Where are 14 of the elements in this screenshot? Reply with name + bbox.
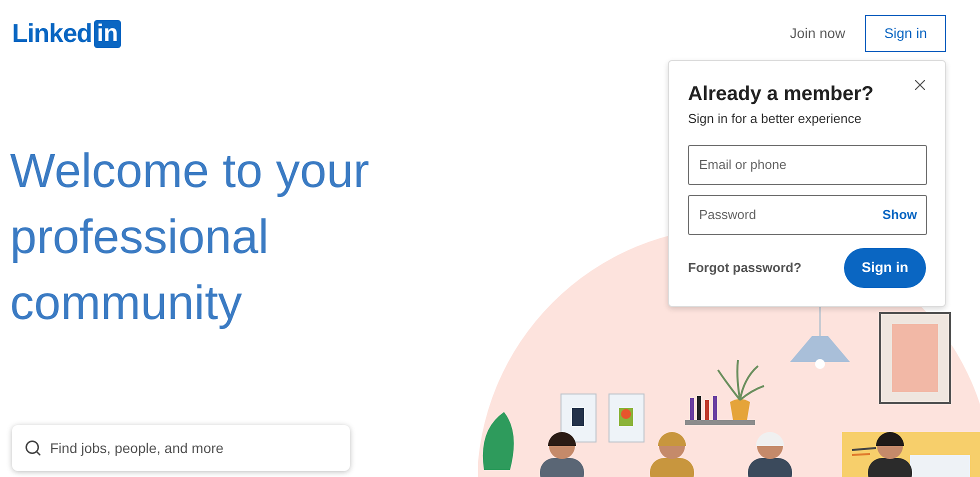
- logo[interactable]: Linked in: [12, 14, 122, 53]
- popup-title: Already a member?: [688, 82, 874, 107]
- search-icon: [24, 439, 42, 457]
- sign-in-button[interactable]: Sign in: [865, 15, 946, 52]
- email-field[interactable]: Email or phone: [688, 144, 927, 184]
- password-input[interactable]: Password: [699, 204, 882, 224]
- hero-heading: Welcome to your professional community: [10, 144, 370, 332]
- join-now-link[interactable]: Join now: [786, 17, 850, 50]
- password-field[interactable]: Password Show: [688, 194, 927, 234]
- popup-subtitle: Sign in for a better experience: [688, 110, 862, 128]
- submit-sign-in-button[interactable]: Sign in: [844, 248, 926, 288]
- forgot-password-link[interactable]: Forgot password?: [688, 258, 802, 278]
- show-password-button[interactable]: Show: [882, 204, 917, 224]
- search-field[interactable]: Find jobs, people, and more: [12, 425, 350, 471]
